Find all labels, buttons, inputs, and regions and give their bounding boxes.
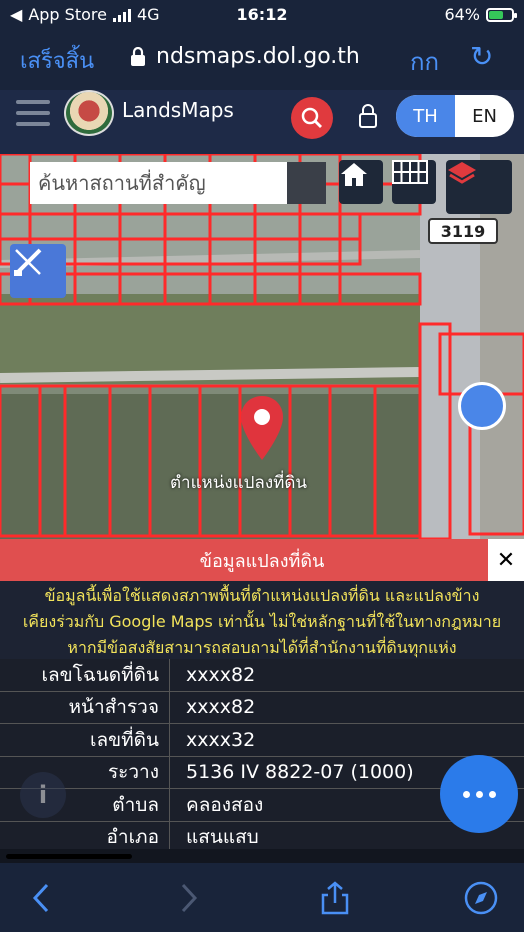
compass-icon	[464, 881, 498, 915]
language-toggle: TH EN	[396, 95, 514, 137]
row-label: หน้าสำรวจ	[0, 691, 170, 723]
url-text: ndsmaps.dol.go.th	[156, 44, 360, 69]
search-button[interactable]	[291, 97, 333, 139]
table-row: เลขที่ดิน xxxx32	[0, 724, 524, 757]
close-panel-button[interactable]: ✕	[488, 539, 524, 581]
info-icon[interactable]: i	[20, 772, 66, 818]
parcel-data-table[interactable]: เลขโฉนดที่ดิน xxxx82 หน้าสำรวจ xxxx82 เลขท…	[0, 659, 524, 849]
lock-icon	[131, 46, 145, 66]
table-row: เลขโฉนดที่ดิน xxxx82	[0, 659, 524, 692]
dol-logo	[64, 90, 114, 136]
disclaimer-line: ข้อมูลนี้เพื่อใช้แสดงสภาพพื้นที่ตำแหน่งแ…	[44, 586, 480, 605]
place-search-input[interactable]	[30, 162, 287, 204]
chevron-left-icon	[32, 883, 49, 913]
layers-button[interactable]	[446, 160, 512, 214]
my-location-button[interactable]	[458, 382, 506, 430]
status-right: 64%	[444, 5, 517, 24]
search-icon	[301, 107, 322, 128]
grid-button[interactable]	[392, 160, 436, 204]
row-value: แสนแสบ	[186, 826, 259, 849]
draw-measure-button[interactable]	[10, 244, 66, 298]
more-icon-dot	[488, 790, 496, 798]
row-label: เลขโฉนดที่ดิน	[0, 659, 170, 691]
reload-icon[interactable]: ↻	[470, 40, 493, 73]
menu-icon[interactable]	[16, 100, 50, 126]
road-number-sign: 3119	[428, 218, 498, 244]
close-icon: ✕	[496, 547, 516, 573]
row-value: 5136 IV 8822-07 (1000)	[186, 761, 414, 784]
parcel-info-header: ข้อมูลแปลงที่ดิน ✕	[0, 539, 524, 581]
row-value: xxxx82	[186, 663, 256, 686]
login-button[interactable]	[356, 102, 382, 130]
clear-search-button[interactable]	[31, 162, 326, 204]
more-icon-dot	[475, 790, 483, 798]
battery-fill	[489, 10, 503, 19]
ruler-pencil-icon	[14, 248, 42, 276]
lang-th-button[interactable]: TH	[396, 95, 455, 137]
brand-name: LandsMaps	[122, 98, 234, 122]
close-icon	[31, 163, 45, 177]
row-value: xxxx32	[186, 728, 256, 751]
home-icon	[341, 163, 367, 186]
done-button[interactable]: เสร็จสิ้น	[20, 43, 94, 78]
padlock-icon	[359, 104, 377, 128]
more-button[interactable]	[440, 755, 518, 833]
row-label: อำเภอ	[0, 821, 170, 849]
disclaimer-text: ข้อมูลนี้เพื่อใช้แสดงสภาพพื้นที่ตำแหน่งแ…	[0, 581, 524, 659]
app-header: LandsMaps TH EN	[0, 90, 524, 154]
browser-toolbar	[0, 863, 524, 932]
layers-icon	[448, 162, 476, 184]
row-value: xxxx82	[186, 696, 256, 719]
scrollbar-thumb[interactable]	[6, 854, 132, 859]
disclaimer-line: หากมีข้อสงสัยสามารถสอบถามได้ที่สำนักงานท…	[67, 638, 457, 657]
more-icon	[462, 790, 470, 798]
lang-en-button[interactable]: EN	[455, 95, 514, 137]
forward-button[interactable]	[172, 881, 206, 915]
grid-icon	[392, 160, 428, 184]
parcel-info-title: ข้อมูลแปลงที่ดิน	[199, 550, 325, 572]
battery-percent: 64%	[444, 5, 480, 24]
disclaimer-line: เคียงร่วมกับ Google Maps เท่านั้น ไม่ใช่…	[22, 612, 502, 631]
back-button[interactable]	[24, 881, 58, 915]
place-search-box	[30, 162, 326, 204]
battery-icon	[486, 7, 517, 22]
open-in-safari-button[interactable]	[464, 881, 498, 915]
browser-url-bar: เสร็จสิ้น ndsmaps.dol.go.th กก ↻	[0, 30, 524, 90]
table-row: หน้าสำรวจ xxxx82	[0, 691, 524, 724]
chevron-right-icon	[181, 883, 198, 913]
share-icon	[321, 881, 349, 915]
map-marker-icon[interactable]	[238, 394, 286, 462]
home-button[interactable]	[339, 160, 383, 204]
row-label: เลขที่ดิน	[0, 724, 170, 756]
status-bar: ◀ App Store 4G 16:12 64%	[0, 0, 524, 30]
row-value: คลองสอง	[186, 793, 264, 816]
table-row: อำเภอ แสนแสบ	[0, 821, 524, 849]
url-field[interactable]: ndsmaps.dol.go.th	[130, 44, 360, 69]
text-size-button[interactable]: กก	[410, 42, 439, 81]
marker-label: ตำแหน่งแปลงที่ดิน	[170, 473, 308, 493]
map-view[interactable]: 3119 ตำแหน่งแปลงที่ดิน	[0, 154, 524, 539]
horizontal-scrollbar[interactable]	[0, 849, 524, 863]
share-button[interactable]	[318, 881, 352, 915]
